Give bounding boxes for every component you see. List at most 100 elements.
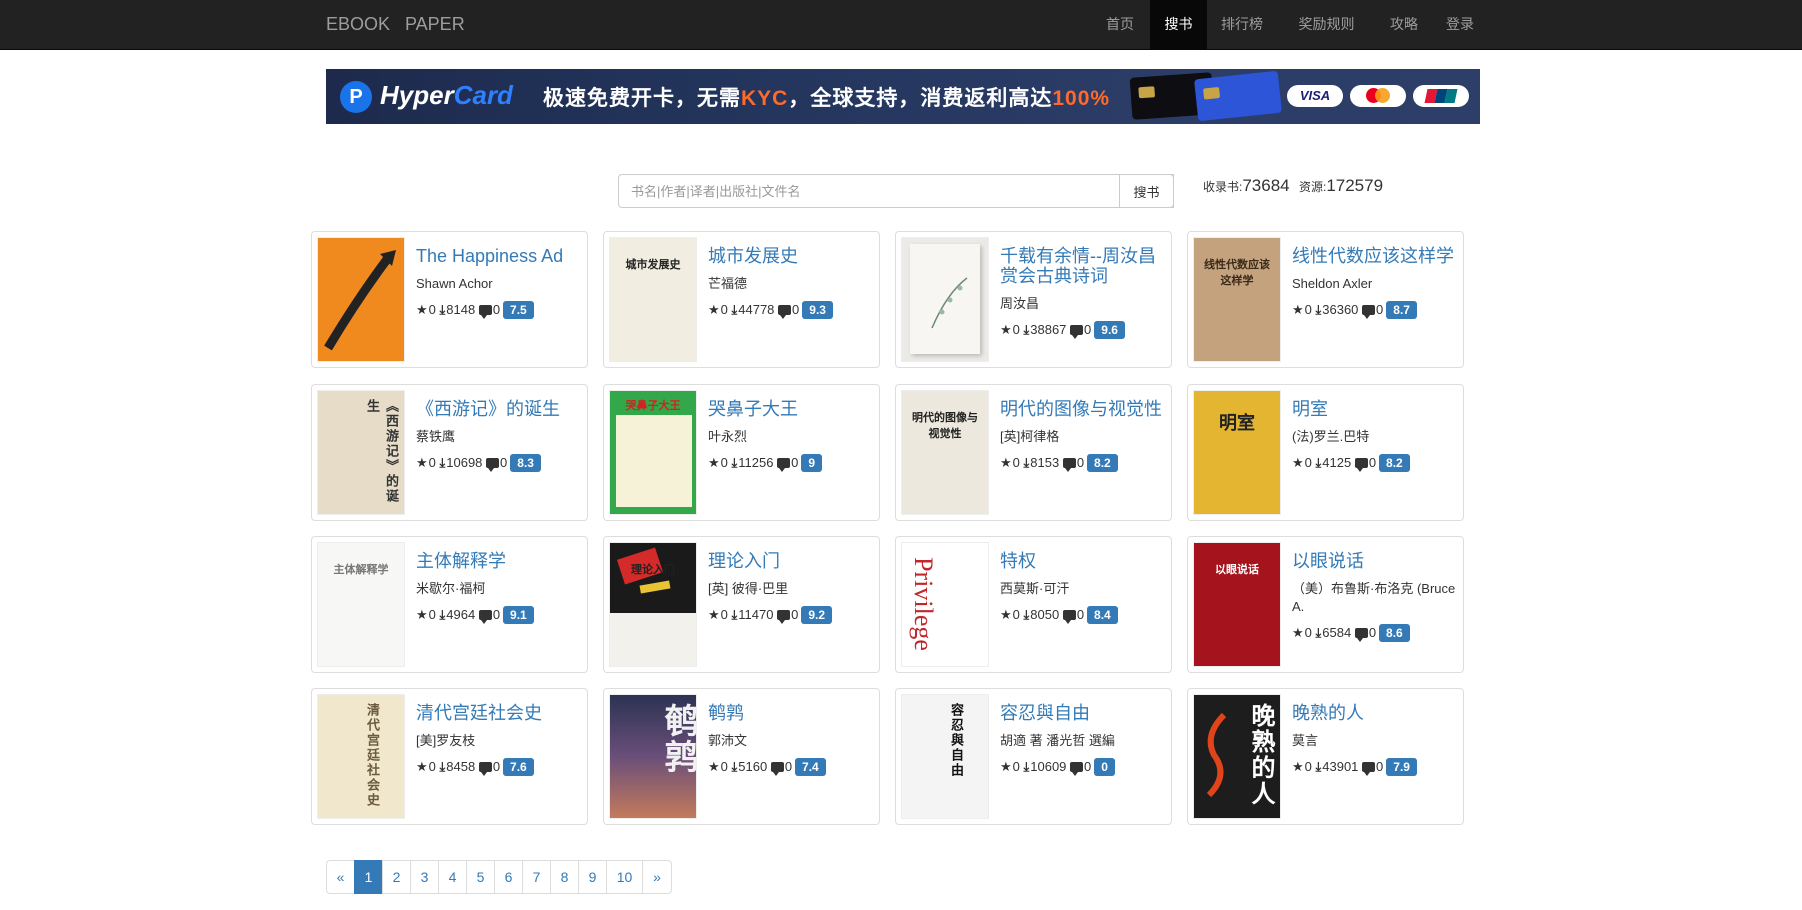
- book-card[interactable]: 主体解释学 主体解释学 米歇尔·福柯 ★0 ⤓4964 0 9.1: [311, 536, 588, 673]
- book-title-link[interactable]: 主体解释学: [416, 551, 582, 571]
- pagination-page[interactable]: 5: [466, 860, 495, 894]
- pagination-page[interactable]: 8: [550, 860, 579, 894]
- comment-icon: [486, 457, 500, 472]
- book-card[interactable]: 哭鼻子大王 哭鼻子大王 叶永烈 ★0 ⤓11256 09: [603, 384, 880, 521]
- book-card[interactable]: 线性代数应该这样学 线性代数应该这样学 Sheldon Axler ★0 ⤓36360…: [1187, 231, 1464, 368]
- nav-guide[interactable]: 攻略: [1376, 0, 1432, 50]
- book-title-link[interactable]: 《西游记》的诞生: [416, 399, 582, 419]
- pagination-page[interactable]: 10: [606, 860, 643, 894]
- book-title-link[interactable]: 鹌鹑: [708, 703, 874, 723]
- book-title-link[interactable]: 明室: [1292, 399, 1458, 419]
- mastercard-logo-icon: [1350, 85, 1406, 107]
- download-icon: ⤓: [1023, 455, 1030, 470]
- book-metrics: ★0 ⤓8458 0 7.6: [416, 757, 582, 777]
- book-score-badge: 9.3: [802, 301, 833, 319]
- book-card[interactable]: 鹌鹑 鹌鹑 郭沛文 ★0 ⤓5160 0 7.4: [603, 688, 880, 825]
- book-cover[interactable]: [317, 237, 405, 362]
- nav-home[interactable]: 首页: [1092, 0, 1148, 50]
- book-downloads: 4125: [1322, 455, 1352, 470]
- book-cover[interactable]: 晚熟的人: [1193, 694, 1281, 819]
- book-card[interactable]: The Happiness Ad Shawn Achor ★0 ⤓8148 0 7.5: [311, 231, 588, 368]
- book-card[interactable]: 明代的图像与视觉性 明代的图像与视觉性 [英]柯律格 ★0 ⤓8153 0 8.2: [895, 384, 1172, 521]
- star-icon: ★: [1000, 607, 1012, 622]
- star-icon: ★: [1292, 455, 1304, 470]
- book-cover[interactable]: 明室: [1193, 390, 1281, 515]
- book-author: 莫言: [1292, 733, 1319, 748]
- book-title-link[interactable]: 城市发展史: [708, 246, 874, 266]
- book-card[interactable]: 以眼说话 以眼说话 （美）布鲁斯·布洛克 (Bruce A. ★0 ⤓6584 0 8.…: [1187, 536, 1464, 673]
- book-downloads: 38867: [1030, 322, 1067, 337]
- book-score-badge: 9.1: [503, 606, 534, 624]
- book-comments: 0: [500, 455, 508, 470]
- book-card[interactable]: 晚熟的人 晚熟的人 莫言 ★0 ⤓43901 0 7.9: [1187, 688, 1464, 825]
- comment-icon: [478, 609, 492, 624]
- book-downloads: 44778: [738, 302, 775, 317]
- book-info: 线性代数应该这样学 Sheldon Axler ★0 ⤓36360 0 8.7: [1292, 246, 1458, 320]
- book-title-link[interactable]: 清代宫廷社会史: [416, 703, 582, 723]
- book-title-link[interactable]: 特权: [1000, 551, 1166, 571]
- book-cover[interactable]: 鹌鹑: [609, 694, 697, 819]
- book-cover[interactable]: 容忍與自由: [901, 694, 989, 819]
- nav-reward-rules[interactable]: 奖励规则: [1277, 0, 1376, 50]
- book-title-link[interactable]: 晚熟的人: [1292, 703, 1458, 723]
- nav-rankings[interactable]: 排行榜: [1207, 0, 1277, 50]
- book-stars: 0: [1012, 759, 1020, 774]
- book-comments: 0: [791, 607, 799, 622]
- book-cover[interactable]: [901, 237, 989, 362]
- book-title-link[interactable]: 线性代数应该这样学: [1292, 246, 1458, 266]
- book-card[interactable]: 理论入门 理论入门 [英] 彼得·巴里 ★0 ⤓11470 0 9.2: [603, 536, 880, 673]
- pagination-page[interactable]: 3: [410, 860, 439, 894]
- book-cover[interactable]: 主体解释学: [317, 542, 405, 667]
- nav-search-books[interactable]: 搜书: [1150, 0, 1207, 50]
- book-card[interactable]: 千载有余情--周汝昌赏会古典诗词 周汝昌 ★0 ⤓38867 0 9.6: [895, 231, 1172, 368]
- cover-art: [902, 238, 988, 361]
- book-title-link[interactable]: 明代的图像与视觉性: [1000, 399, 1166, 419]
- book-card[interactable]: 《西游记》的诞生 《西游记》的诞生 蔡铁鹰 ★0 ⤓10698 0 8.3: [311, 384, 588, 521]
- download-icon: ⤓: [1023, 759, 1030, 774]
- book-stars: 0: [1304, 759, 1312, 774]
- book-info: 明室 (法)罗兰.巴特 ★0 ⤓4125 0 8.2: [1292, 399, 1458, 473]
- book-title-link[interactable]: 以眼说话: [1292, 551, 1458, 571]
- pagination-page[interactable]: 6: [494, 860, 523, 894]
- search-button[interactable]: 搜书: [1119, 174, 1174, 208]
- search-input[interactable]: [618, 174, 1174, 208]
- book-card[interactable]: 明室 明室 (法)罗兰.巴特 ★0 ⤓4125 0 8.2: [1187, 384, 1464, 521]
- pagination-prev[interactable]: «: [326, 860, 355, 894]
- book-title-link[interactable]: The Happiness Ad: [416, 246, 582, 266]
- pagination-next[interactable]: »: [642, 860, 672, 894]
- brand-ebook-link[interactable]: EBOOK: [326, 0, 390, 50]
- book-title-link[interactable]: 哭鼻子大王: [708, 399, 874, 419]
- book-title-link[interactable]: 千载有余情--周汝昌赏会古典诗词: [1000, 246, 1166, 286]
- book-cover[interactable]: 线性代数应该这样学: [1193, 237, 1281, 362]
- book-cover[interactable]: Privilege: [901, 542, 989, 667]
- pagination-page[interactable]: 2: [382, 860, 411, 894]
- book-cover[interactable]: 明代的图像与视觉性: [901, 390, 989, 515]
- book-cover[interactable]: 以眼说话: [1193, 542, 1281, 667]
- book-card[interactable]: 清代宫廷社会史 清代宫廷社会史 [美]罗友枝 ★0 ⤓8458 0 7.6: [311, 688, 588, 825]
- book-title-link[interactable]: 理论入门: [708, 551, 874, 571]
- books-count: 73684: [1242, 176, 1290, 195]
- book-card[interactable]: 城市发展史 城市发展史 芒福德 ★0 ⤓44778 0 9.3: [603, 231, 880, 368]
- book-info: 特权 西莫斯·可汗 ★0 ⤓8050 0 8.4: [1000, 551, 1166, 625]
- book-card[interactable]: Privilege 特权 西莫斯·可汗 ★0 ⤓8050 0 8.4: [895, 536, 1172, 673]
- book-cover[interactable]: 清代宫廷社会史: [317, 694, 405, 819]
- ad-banner[interactable]: P HyperCard 极速免费开卡，无需KYC，全球支持，消费返利高达100%…: [326, 69, 1480, 124]
- book-card[interactable]: 容忍與自由 容忍與自由 胡適 著 潘光哲 選編 ★0 ⤓10609 00: [895, 688, 1172, 825]
- brand-paper-link[interactable]: PAPER: [405, 0, 465, 50]
- book-cover[interactable]: 城市发展史: [609, 237, 697, 362]
- comment-icon: [1354, 627, 1368, 642]
- book-author: (法)罗兰.巴特: [1292, 429, 1370, 444]
- book-cover[interactable]: 理论入门: [609, 542, 697, 667]
- download-icon: ⤓: [1023, 322, 1030, 337]
- pagination-page[interactable]: 7: [522, 860, 551, 894]
- banner-slogan: 极速免费开卡，无需KYC，全球支持，消费返利高达100%: [543, 82, 1110, 112]
- book-downloads: 10698: [446, 455, 483, 470]
- comment-icon: [478, 761, 492, 776]
- book-title-link[interactable]: 容忍與自由: [1000, 703, 1166, 723]
- book-cover[interactable]: 《西游记》的诞生: [317, 390, 405, 515]
- pagination-page[interactable]: 4: [438, 860, 467, 894]
- book-cover[interactable]: 哭鼻子大王: [609, 390, 697, 515]
- pagination-page[interactable]: 1: [354, 860, 383, 894]
- nav-login[interactable]: 登录: [1432, 0, 1488, 50]
- pagination-page[interactable]: 9: [578, 860, 607, 894]
